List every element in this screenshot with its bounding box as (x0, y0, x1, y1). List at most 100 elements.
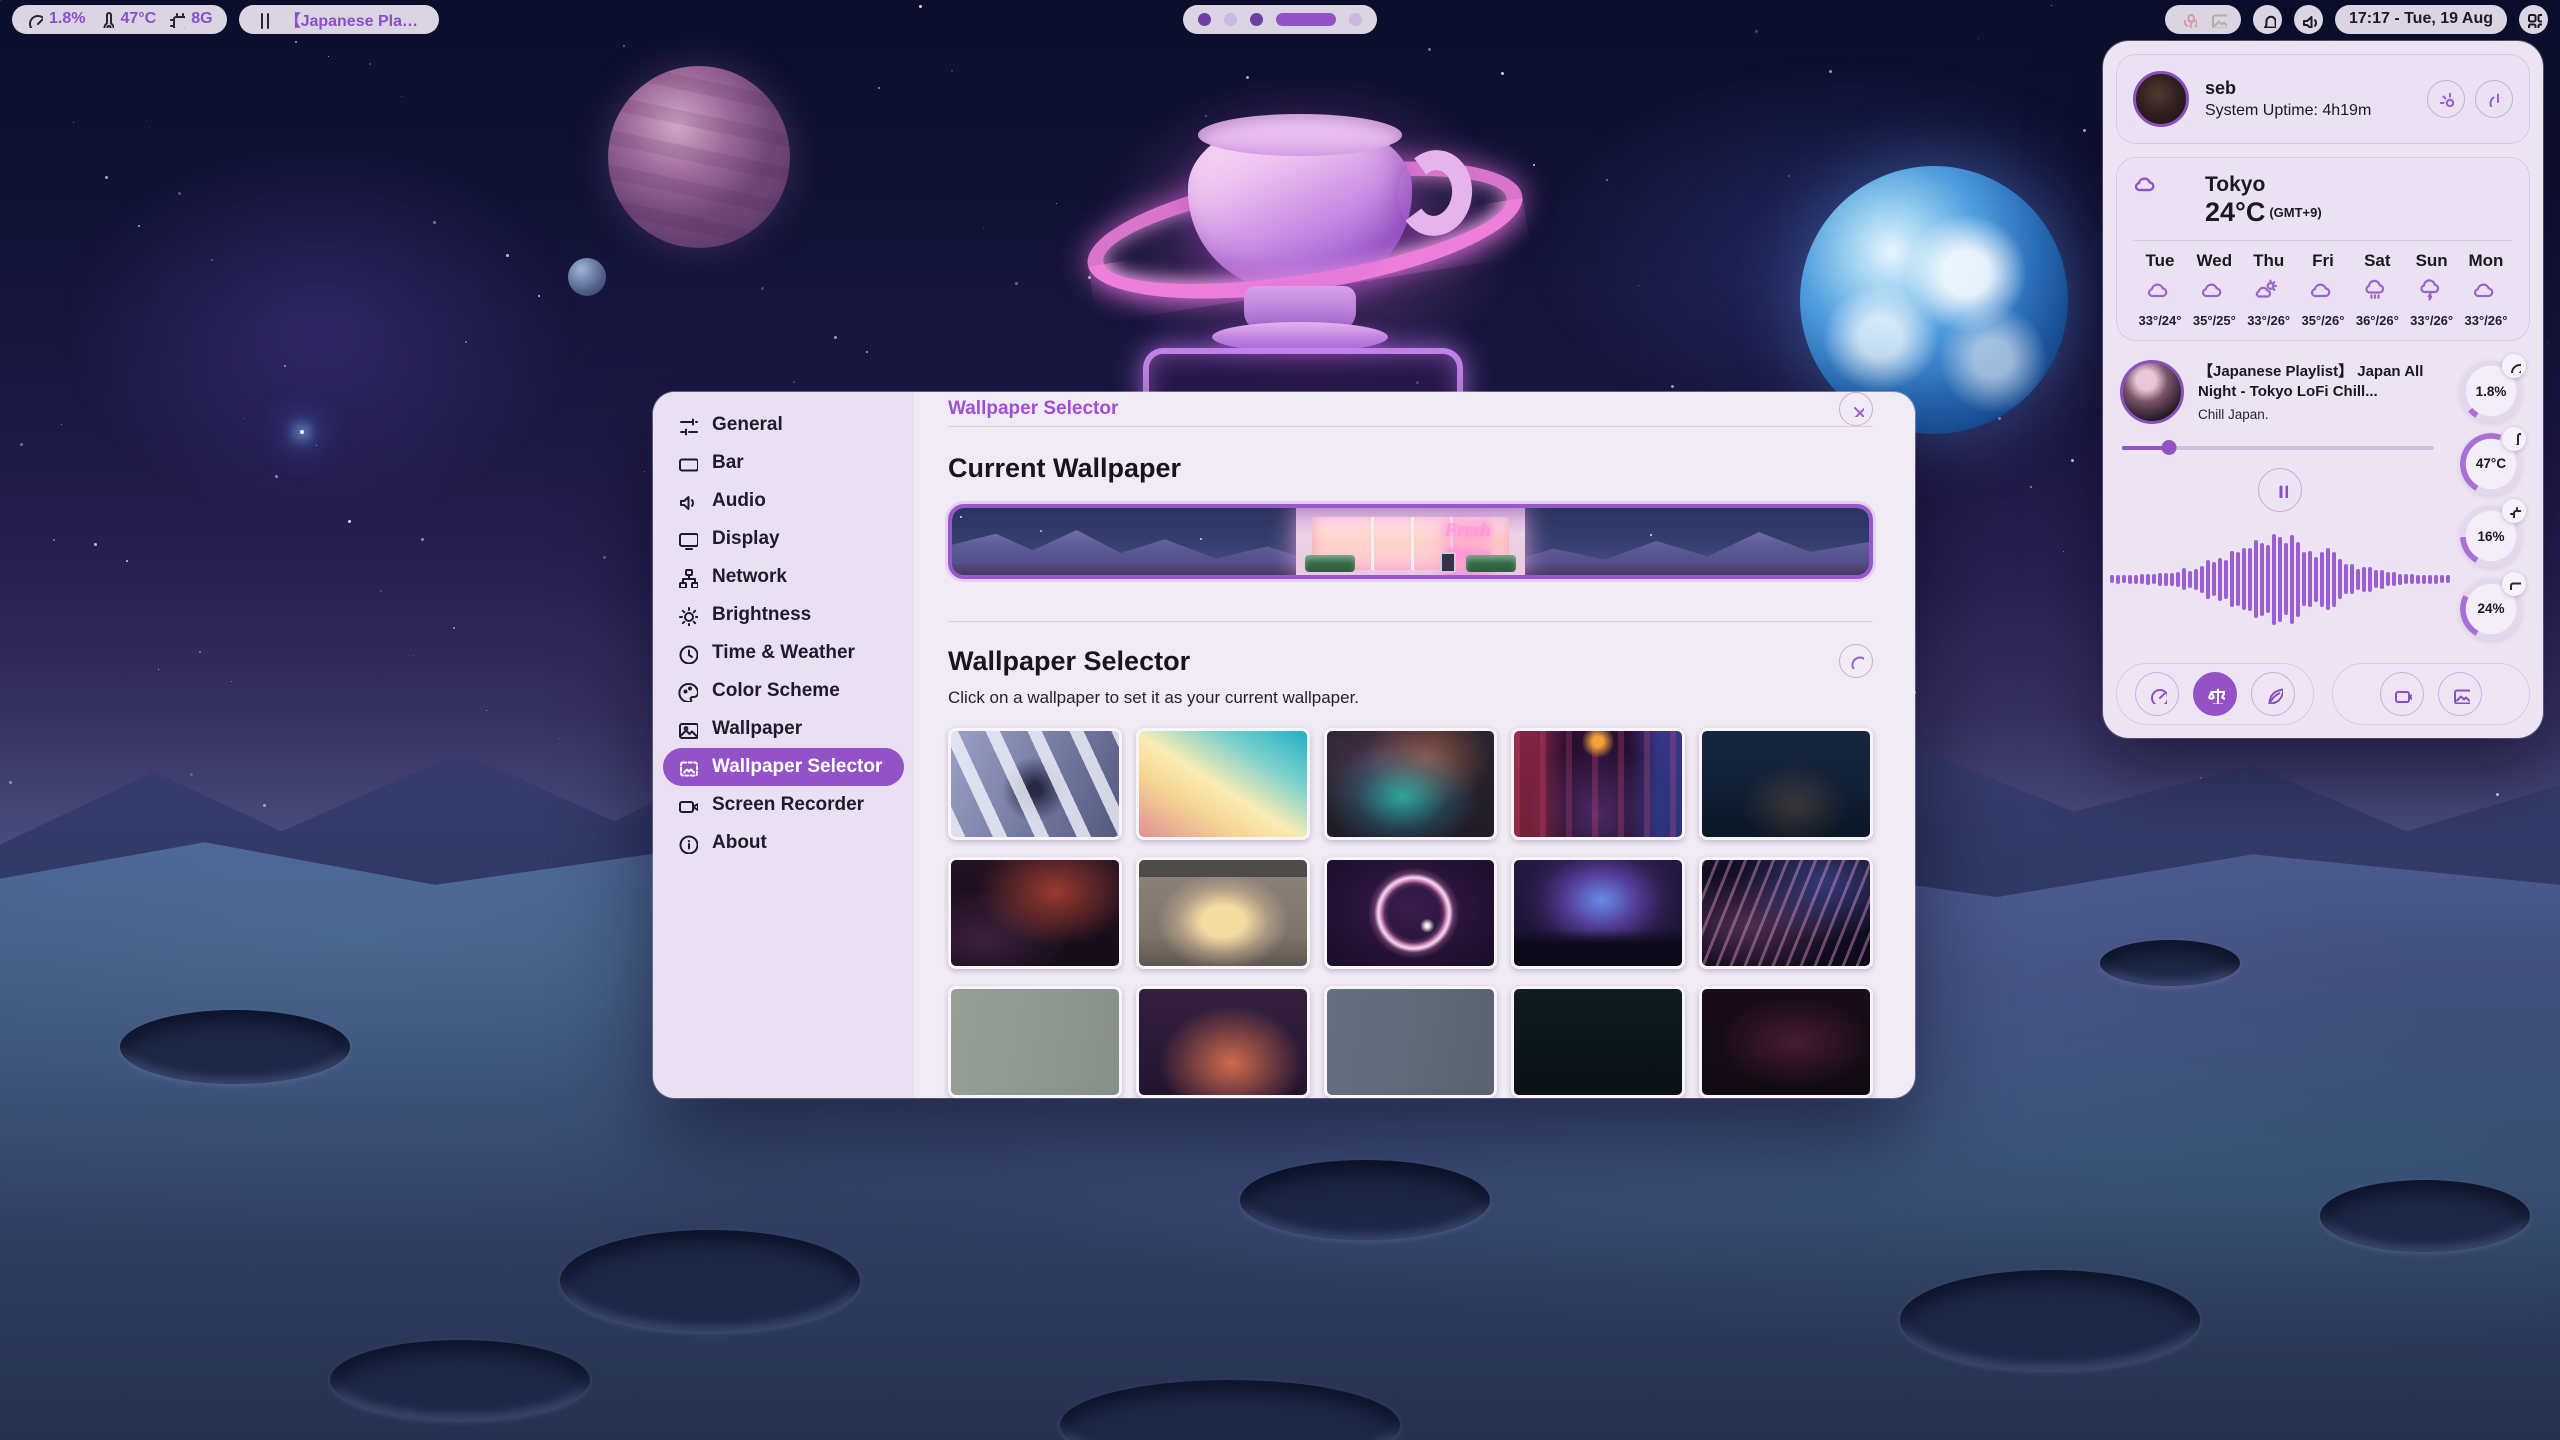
wallpaper-thumbnail[interactable] (1511, 857, 1685, 969)
gauge-icon (2508, 360, 2521, 373)
sidebar-item-brightness[interactable]: Brightness (663, 596, 904, 634)
power-icon (2486, 91, 2502, 107)
workspace-dot-5[interactable] (1349, 13, 1362, 26)
tray-app-icon[interactable] (2179, 10, 2197, 28)
sidebar-item-label: About (712, 832, 767, 854)
wallpaper-thumbnail[interactable] (1511, 986, 1685, 1098)
wallpaper-thumbnail[interactable] (948, 728, 1122, 840)
cloud-icon (2309, 278, 2337, 306)
workspace-dot-1[interactable] (1198, 13, 1211, 26)
power-button[interactable] (2475, 80, 2513, 118)
media-player: 【Japanese Playlist】 Japan All Night - To… (2116, 354, 2442, 650)
forecast-day: Fri 35°/26° (2296, 251, 2350, 328)
video-icon (2393, 685, 2412, 704)
sidebar-item-bar[interactable]: Bar (663, 444, 904, 482)
current-wallpaper-heading: Current Wallpaper (948, 453, 1873, 484)
workspace-indicator (1183, 5, 1377, 34)
workspace-dot-3[interactable] (1250, 13, 1263, 26)
refresh-icon (1848, 653, 1864, 669)
tray-photo-icon[interactable] (2209, 10, 2227, 28)
sun-cloud-icon (2255, 278, 2283, 306)
forecast-temps: 35°/25° (2193, 313, 2236, 328)
slider-thumb[interactable] (2161, 440, 2176, 455)
cloud-icon (2146, 278, 2174, 306)
sidebar-item-label: Time & Weather (712, 642, 855, 664)
media-pill[interactable]: 【Japanese Playlist】 J... (239, 5, 439, 34)
speaker-icon (2300, 11, 2317, 28)
wallpaper-thumbnail[interactable] (1699, 857, 1873, 969)
settings-main: Wallpaper Selector Current Wallpaper Fre… (914, 392, 1915, 1098)
clock-pill[interactable]: 17:17 - Tue, 19 Aug (2335, 5, 2507, 34)
forecast-day-label: Fri (2312, 251, 2334, 271)
sidebar-item-label: Color Scheme (712, 680, 840, 702)
current-wallpaper-preview: Fresh Moon Beans (948, 504, 1873, 579)
stat-ring-cpu: 1.8% (2460, 360, 2522, 422)
window-header: Wallpaper Selector (948, 392, 1873, 427)
thermometer-icon (2508, 432, 2521, 445)
close-button[interactable] (1839, 392, 1873, 426)
balanced-mode-button[interactable] (2193, 672, 2237, 716)
sidebar-item-label: Network (712, 566, 787, 588)
wallpaper-thumbnail[interactable] (948, 857, 1122, 969)
sidebar-item-wallpaper-selector[interactable]: Wallpaper Selector (663, 748, 904, 786)
power-saver-mode-button[interactable] (2251, 672, 2295, 716)
screenshot-button[interactable] (2438, 672, 2482, 716)
sidebar-item-screen-recorder[interactable]: Screen Recorder (663, 786, 904, 824)
play-pause-button[interactable] (2258, 468, 2302, 512)
volume-button[interactable] (2294, 5, 2323, 34)
gauge-icon (26, 11, 43, 28)
selector-heading: Wallpaper Selector (948, 646, 1190, 677)
sidebar-item-audio[interactable]: Audio (663, 482, 904, 520)
wallpaper-thumbnail[interactable] (1136, 728, 1310, 840)
wallpaper-thumbnail[interactable] (1511, 728, 1685, 840)
sidebar-item-wallpaper[interactable]: Wallpaper (663, 710, 904, 748)
sidebar-item-time-weather[interactable]: Time & Weather (663, 634, 904, 672)
sidebar-item-general[interactable]: General (663, 406, 904, 444)
sidebar-item-label: General (712, 414, 783, 436)
cloud-icon (2200, 278, 2228, 306)
sidebar-item-label: Wallpaper Selector (712, 756, 882, 778)
capture-group (2332, 663, 2530, 725)
weather-timezone: (GMT+9) (2269, 205, 2321, 220)
wallpaper-thumbnail[interactable] (1136, 986, 1310, 1098)
wallpaper-thumbnail[interactable] (1324, 857, 1498, 969)
wallpaper-thumbnail[interactable] (1699, 728, 1873, 840)
purple-planet (608, 66, 790, 248)
weather-divider (2133, 240, 2513, 241)
sidebar-item-label: Audio (712, 490, 766, 512)
wallpaper-thumbnail[interactable] (1324, 986, 1498, 1098)
gear-icon (2438, 91, 2454, 107)
notifications-button[interactable] (2253, 5, 2282, 34)
media-progress-slider[interactable] (2122, 440, 2434, 454)
chip-icon (168, 11, 185, 28)
preview-planter (1305, 555, 1355, 572)
pause-icon (253, 9, 273, 29)
speaker-icon (677, 491, 698, 512)
screen-record-button[interactable] (2380, 672, 2424, 716)
workspace-dot-2[interactable] (1224, 13, 1237, 26)
refresh-button[interactable] (1839, 644, 1873, 678)
rain-cloud-icon (2363, 278, 2391, 306)
sidebar-item-about[interactable]: About (663, 824, 904, 862)
preview-menu-board (1440, 552, 1456, 573)
forecast-day-label: Thu (2253, 251, 2284, 271)
sidebar-item-display[interactable]: Display (663, 520, 904, 558)
sidebar-item-color-scheme[interactable]: Color Scheme (663, 672, 904, 710)
star-sparkle (300, 430, 304, 434)
sidebar-item-network[interactable]: Network (663, 558, 904, 596)
wallpaper-thumbnail[interactable] (1136, 857, 1310, 969)
wallpaper-thumbnail[interactable] (1699, 986, 1873, 1098)
system-stats-pill[interactable]: 1.8% 47°C 8G (12, 5, 227, 34)
wallpaper-thumbnail[interactable] (948, 986, 1122, 1098)
forecast-temps: 33°/26° (2465, 313, 2508, 328)
scales-icon (2206, 685, 2225, 704)
wallpaper-thumbnail[interactable] (1324, 728, 1498, 840)
settings-button[interactable] (2427, 80, 2465, 118)
forecast-day: Sun 33°/26° (2405, 251, 2459, 328)
app-launcher-button[interactable] (2519, 5, 2548, 34)
performance-mode-button[interactable] (2135, 672, 2179, 716)
forecast-day: Sat 36°/26° (2350, 251, 2404, 328)
workspace-dot-4-active[interactable] (1276, 13, 1336, 26)
system-tray[interactable] (2165, 5, 2241, 34)
forecast-day-label: Mon (2469, 251, 2504, 271)
